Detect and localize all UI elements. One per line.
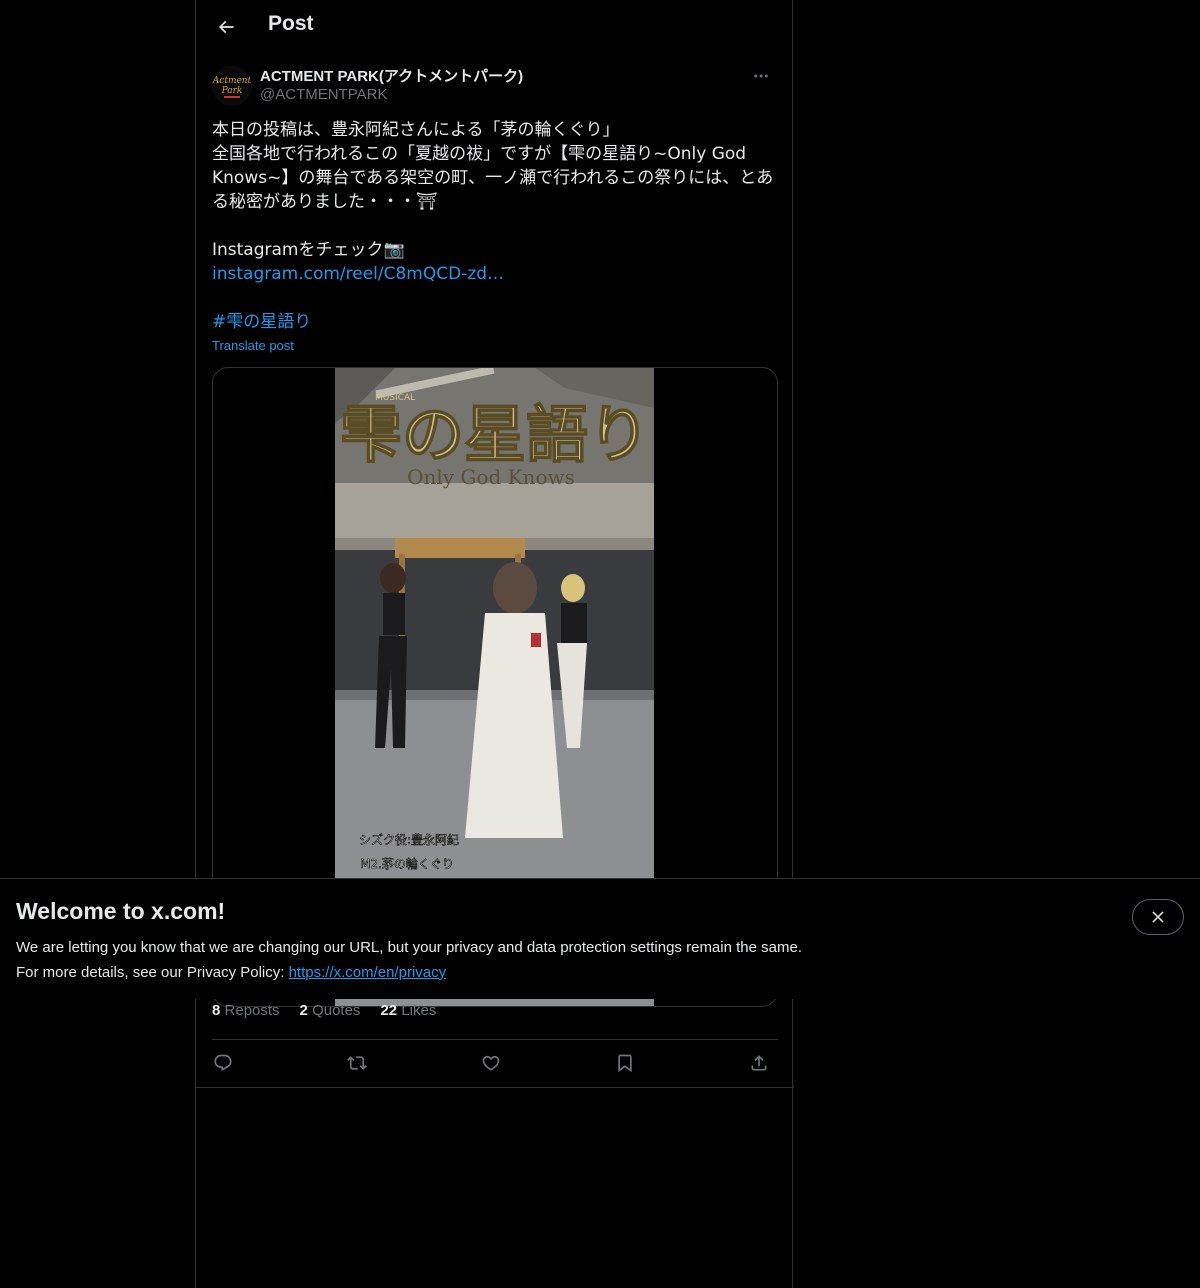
- svg-text:Actment: Actment: [212, 76, 252, 86]
- logo-title: 雫の星語り: [340, 398, 650, 471]
- back-arrow-icon: [218, 20, 234, 34]
- author-name[interactable]: ACTMENT PARK(アクトメントパーク): [260, 65, 523, 86]
- quotes-stat[interactable]: 2 Quotes: [300, 1002, 361, 1026]
- banner-title: Welcome to x.com!: [16, 898, 226, 924]
- caption-line-1: シズク役:豊永阿紀: [359, 832, 459, 847]
- actment-park-logo: Actment Park: [212, 66, 252, 106]
- avatar[interactable]: Actment Park: [212, 66, 252, 106]
- banner-body: We are letting you know that we are chan…: [16, 935, 916, 985]
- translate-post-link[interactable]: Translate post: [212, 338, 294, 353]
- banner-line-1: We are letting you know that we are chan…: [16, 939, 802, 956]
- banner-line-2: For more details, see our Privacy Policy…: [16, 964, 447, 981]
- reply-button[interactable]: [206, 1046, 240, 1080]
- share-button[interactable]: [742, 1046, 776, 1080]
- back-button[interactable]: [208, 9, 244, 45]
- more-dots-icon: [754, 74, 768, 78]
- action-bar: [212, 1046, 778, 1080]
- caption-line-2: M2.茅の輪くぐり: [360, 856, 454, 871]
- more-options-button[interactable]: [744, 64, 778, 88]
- likes-stat[interactable]: 22 Likes: [380, 1002, 436, 1026]
- bookmark-button[interactable]: [608, 1046, 642, 1080]
- like-icon: [482, 1055, 500, 1071]
- share-icon: [751, 1055, 767, 1071]
- reply-icon: [214, 1054, 232, 1072]
- post-spacer-2: [212, 286, 778, 310]
- post-author: Actment Park ACTMENT PARK(アクトメントパーク) @AC…: [212, 64, 778, 108]
- actions-divider: [196, 1087, 794, 1088]
- svg-text:Park: Park: [221, 86, 243, 96]
- post-spacer: [212, 214, 778, 238]
- hashtag-link[interactable]: #雫の星語り: [212, 312, 311, 332]
- post-text: 本日の投稿は、豊永阿紀さんによる「茅の輪くぐり」 全国各地で行われるこの「夏越の…: [212, 118, 778, 334]
- post-stats: 8 Reposts 2 Quotes 22 Likes: [212, 1002, 778, 1026]
- like-button[interactable]: [474, 1046, 508, 1080]
- top-bar: Post: [196, 0, 794, 54]
- stats-divider: [212, 1039, 778, 1040]
- post-line-3: Instagramをチェック📷: [212, 240, 405, 260]
- post-line-2: 全国各地で行われるこの「夏越の祓」ですが【雫の星語り~Only God Know…: [212, 144, 774, 212]
- post-line-1: 本日の投稿は、豊永阿紀さんによる「茅の輪くぐり」: [212, 120, 620, 140]
- instagram-link[interactable]: instagram.com/reel/C8mQCD-zd…: [212, 264, 504, 284]
- close-banner-button[interactable]: [1132, 899, 1184, 935]
- repost-icon: [347, 1056, 367, 1070]
- close-icon: [1152, 911, 1164, 923]
- bookmark-icon: [618, 1054, 632, 1073]
- primary-column: Post Actment Park ACTMENT PARK(アクトメントパーク…: [195, 0, 794, 1288]
- author-handle[interactable]: @ACTMENTPARK: [260, 86, 387, 103]
- logo-subtitle: Only God Knows: [407, 465, 575, 489]
- repost-button[interactable]: [340, 1046, 374, 1080]
- page-title: Post: [268, 12, 314, 35]
- reposts-stat[interactable]: 8 Reposts: [212, 1002, 280, 1026]
- privacy-policy-link[interactable]: https://x.com/en/privacy: [289, 964, 447, 981]
- welcome-banner: Welcome to x.com! We are letting you kno…: [0, 878, 1200, 999]
